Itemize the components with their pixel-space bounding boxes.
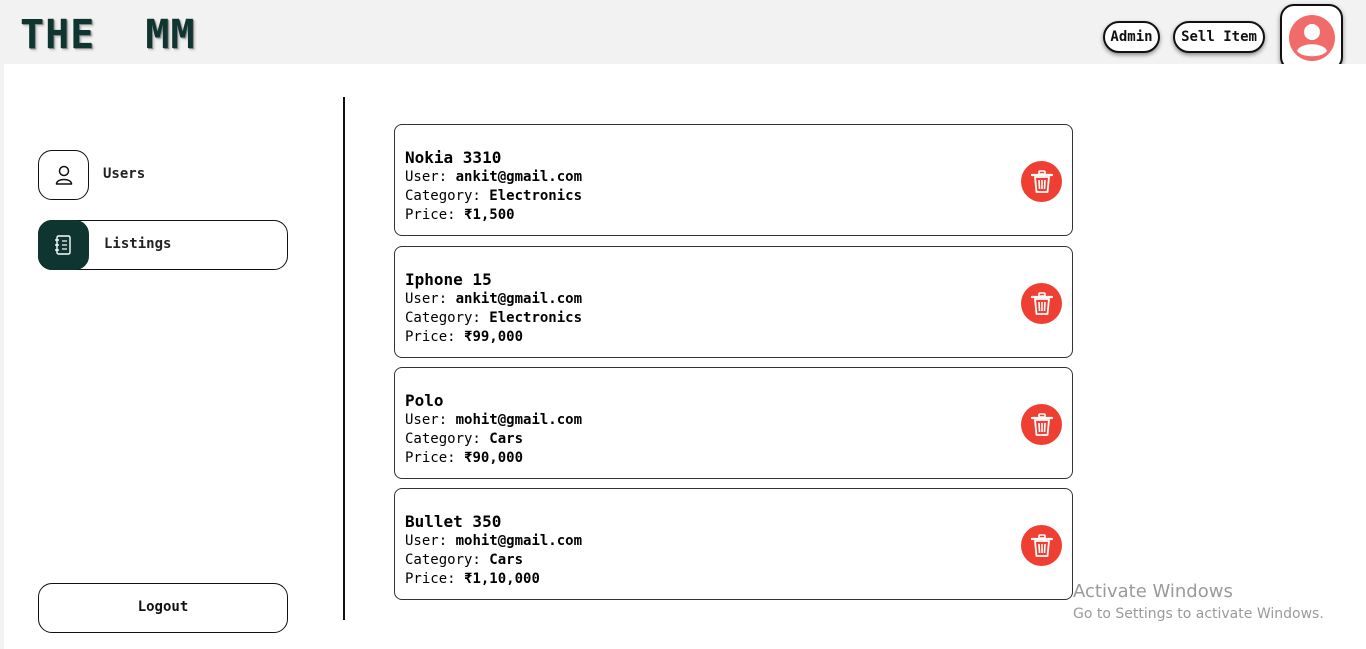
top-bar: THE MM Admin Sell Item <box>0 0 1366 71</box>
users-icon-box[interactable] <box>38 150 89 200</box>
listing-category: Category: Cars <box>405 431 524 447</box>
listing-user: User: ankit@gmail.com <box>405 169 583 185</box>
listing-name: Polo <box>405 391 444 410</box>
app-logo[interactable]: THE MM <box>20 12 196 58</box>
listing-card: Bullet 350 User: mohit@gmail.com Categor… <box>394 488 1073 600</box>
sidebar-item-listings[interactable]: Listings <box>37 219 288 270</box>
delete-listing-button[interactable] <box>1021 283 1062 324</box>
listing-category: Category: Cars <box>405 552 524 568</box>
sidebar-divider <box>343 97 345 620</box>
sidebar-item-users-label[interactable]: Users <box>103 166 145 182</box>
listing-card: Nokia 3310 User: ankit@gmail.com Categor… <box>394 124 1073 236</box>
sidebar-item-users[interactable] <box>38 150 89 200</box>
trash-icon <box>1030 291 1053 315</box>
listing-price: Price: ₹1,500 <box>405 207 515 223</box>
listing-category: Category: Electronics <box>405 310 583 326</box>
sidebar-item-listings-label: Listings <box>104 236 172 252</box>
trash-icon <box>1030 169 1053 193</box>
delete-listing-button[interactable] <box>1021 525 1062 566</box>
listing-price: Price: ₹90,000 <box>405 450 524 466</box>
listings-icon-box[interactable] <box>37 219 89 270</box>
trash-icon <box>1030 412 1053 436</box>
delete-listing-button[interactable] <box>1021 161 1062 202</box>
sell-item-button[interactable]: Sell Item <box>1173 21 1265 53</box>
trash-icon <box>1030 533 1053 557</box>
notebook-icon <box>55 234 71 255</box>
listing-category: Category: Electronics <box>405 188 583 204</box>
logout-button[interactable]: Logout <box>38 583 288 633</box>
listing-price: Price: ₹1,10,000 <box>405 571 540 587</box>
activate-windows-subtitle: Go to Settings to activate Windows. <box>1073 606 1324 622</box>
admin-button[interactable]: Admin <box>1103 21 1160 53</box>
user-avatar-icon <box>1288 14 1335 61</box>
listing-user: User: mohit@gmail.com <box>405 533 583 549</box>
activate-windows-title: Activate Windows <box>1073 581 1233 602</box>
listing-user: User: ankit@gmail.com <box>405 291 583 307</box>
listing-card: Polo User: mohit@gmail.com Category: Car… <box>394 367 1073 479</box>
listing-name: Bullet 350 <box>405 512 502 531</box>
user-icon <box>55 165 72 185</box>
profile-button[interactable] <box>1280 4 1343 71</box>
listing-price: Price: ₹99,000 <box>405 329 524 345</box>
listing-name: Iphone 15 <box>405 270 492 289</box>
listing-user: User: mohit@gmail.com <box>405 412 583 428</box>
listing-card: Iphone 15 User: ankit@gmail.com Category… <box>394 246 1073 358</box>
listing-name: Nokia 3310 <box>405 148 502 167</box>
delete-listing-button[interactable] <box>1021 404 1062 445</box>
